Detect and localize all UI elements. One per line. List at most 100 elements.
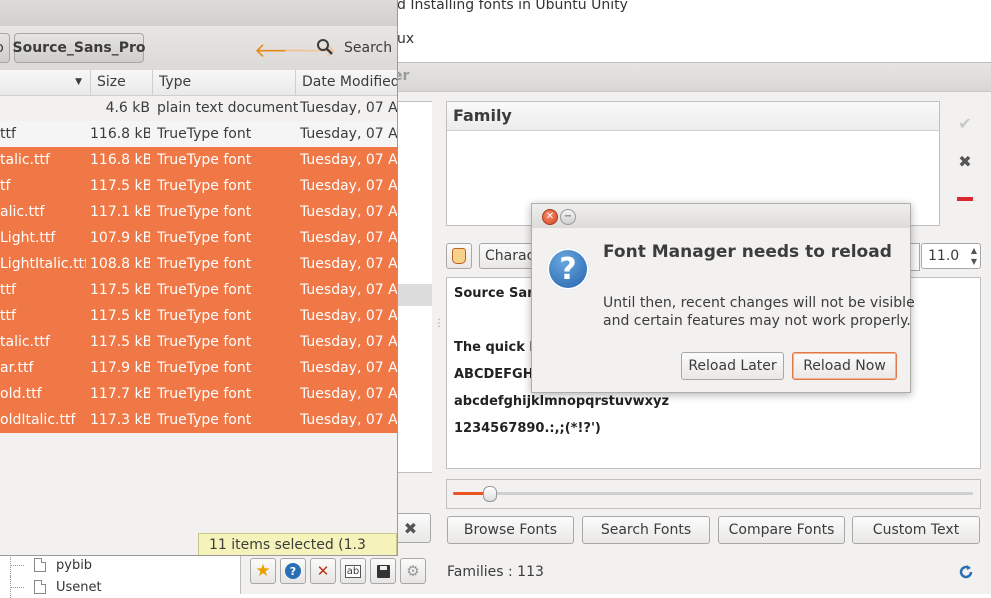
slider-handle[interactable] [483, 486, 498, 502]
preview-lowercase: abcdefghijklmnopqrstuvwxyz [454, 394, 670, 409]
pane-grip[interactable]: ⋮ [434, 318, 444, 329]
table-row[interactable]: old.ttf 117.7 kB TrueType font Tuesday, 07 … [0, 381, 397, 407]
table-row[interactable]: ttf 117.5 kB TrueType font Tuesday, 07 Au [0, 277, 397, 303]
background-article-subtitle: ux [397, 31, 415, 47]
minus-icon[interactable] [951, 185, 979, 213]
compare-fonts-button[interactable]: Compare Fonts [718, 516, 845, 544]
search-fonts-button[interactable]: Search Fonts [582, 516, 710, 544]
file-manager-titlebar [0, 0, 397, 26]
refresh-icon[interactable] [958, 564, 974, 580]
file-size-cell: 117.7 kB [90, 386, 150, 402]
tools-icon[interactable]: ✕ [310, 558, 336, 584]
file-icon [34, 558, 46, 572]
reload-dialog: ✕ − ? Font Manager needs to reload Until… [531, 203, 915, 393]
table-row[interactable]: ttf 116.8 kB TrueType font Tuesday, 07 Au [0, 121, 397, 147]
slider-track[interactable] [453, 492, 973, 495]
file-date-cell: Tuesday, 07 Au [300, 386, 397, 402]
file-size-cell: 117.1 kB [90, 204, 150, 220]
question-icon: ? [547, 248, 589, 290]
file-type-cell: TrueType font [157, 230, 252, 246]
dialog-message-line-2: and certain features may not work proper… [603, 313, 911, 329]
column-date-header[interactable]: Date Modified [295, 70, 397, 95]
file-name-cell: ttf [0, 282, 16, 298]
minimize-icon[interactable]: − [560, 209, 576, 225]
font-size-spinner[interactable]: 11.0 ▲ ▼ [921, 243, 981, 269]
selection-status: 11 items selected (1.3 MB) [198, 533, 397, 555]
file-size-cell: 116.8 kB [90, 126, 150, 142]
file-name-cell: talic.ttf [0, 334, 50, 350]
file-type-cell: TrueType font [157, 256, 252, 272]
close-icon[interactable]: ✕ [542, 209, 558, 225]
tree-item-label: pybib [56, 557, 93, 573]
search-label[interactable]: Search [344, 40, 392, 56]
file-size-cell: 108.8 kB [90, 256, 150, 272]
file-list[interactable]: 4.6 kB plain text document Tuesday, 07 Au t… [0, 95, 397, 433]
file-name-cell: ar.ttf [0, 360, 34, 376]
file-type-cell: TrueType font [157, 178, 252, 194]
star-icon[interactable]: ★ [250, 558, 276, 584]
settings-icon[interactable]: ⚙ [400, 558, 426, 584]
table-row[interactable]: alic.ttf 117.1 kB TrueType font Tuesday, 07… [0, 199, 397, 225]
checkmark-icon[interactable]: ✔ [951, 109, 979, 137]
file-name-cell: oldItalic.ttf [0, 412, 76, 428]
file-name-cell: ttf [0, 308, 16, 324]
table-row[interactable]: tf 117.5 kB TrueType font Tuesday, 07 Au [0, 173, 397, 199]
font-size-value[interactable]: 11.0 [928, 248, 959, 264]
tree-item-label: Usenet [56, 579, 102, 595]
breadcrumb-previous[interactable]: o [0, 33, 10, 63]
reload-later-button[interactable]: Reload Later [681, 352, 784, 380]
file-manager-toolbar: o Source_Sans_Pro 🡐 🡒 Search [0, 26, 397, 71]
file-name-cell: LightItalic.ttf [0, 256, 86, 272]
file-manager-window: o Source_Sans_Pro 🡐 🡒 Search ▼ Size Type… [0, 0, 398, 556]
table-row[interactable]: ttf 117.5 kB TrueType font Tuesday, 07 Au [0, 303, 397, 329]
table-row[interactable]: talic.ttf 116.8 kB TrueType font Tuesday, 0… [0, 147, 397, 173]
hand-icon[interactable] [446, 243, 472, 269]
table-row[interactable]: oldItalic.ttf 117.3 kB TrueType font Tuesda… [0, 407, 397, 433]
file-type-cell: TrueType font [157, 204, 252, 220]
table-row[interactable]: Light.ttf 107.9 kB TrueType font Tuesday, 0… [0, 225, 397, 251]
column-size-header[interactable]: Size [90, 70, 152, 95]
file-type-cell: TrueType font [157, 334, 252, 350]
custom-text-button[interactable]: Custom Text [852, 516, 980, 544]
text-icon[interactable]: ab [340, 558, 366, 584]
reload-now-button[interactable]: Reload Now [792, 352, 897, 380]
preview-uppercase: ABCDEFGHI [454, 367, 539, 382]
family-column-header[interactable]: Family [447, 102, 939, 131]
file-name-cell: talic.ttf [0, 152, 50, 168]
sort-down-icon: ▼ [75, 77, 82, 87]
tree-item-usenet[interactable]: Usenet [0, 576, 102, 598]
preview-digits: 1234567890.:,;(*!?') [454, 421, 601, 436]
file-size-cell: 117.5 kB [90, 282, 150, 298]
table-row[interactable]: talic.ttf 117.5 kB TrueType font Tuesday, 0… [0, 329, 397, 355]
collection-list-selected-row[interactable] [392, 284, 432, 306]
file-date-cell: Tuesday, 07 Au [300, 412, 397, 428]
file-size-cell: 116.8 kB [90, 152, 150, 168]
browse-fonts-button[interactable]: Browse Fonts [447, 516, 574, 544]
x-icon[interactable]: ✖ [951, 147, 979, 175]
file-size-cell: 4.6 kB [105, 100, 150, 116]
column-type-header[interactable]: Type [152, 70, 295, 95]
font-size-slider-frame [446, 479, 981, 509]
help-icon[interactable]: ? [280, 558, 306, 584]
families-count: Families : 113 [447, 564, 544, 580]
column-name-header[interactable]: ▼ [0, 70, 90, 95]
file-date-cell: Tuesday, 07 Au [300, 152, 397, 168]
table-row[interactable]: 4.6 kB plain text document Tuesday, 07 Au [0, 95, 397, 121]
table-row[interactable]: ar.ttf 117.9 kB TrueType font Tuesday, 07 A… [0, 355, 397, 381]
file-date-cell: Tuesday, 07 Au [300, 178, 397, 194]
file-size-cell: 117.5 kB [90, 178, 150, 194]
tree-connector [0, 576, 26, 598]
background-article-title: d Installing fonts in Ubuntu Unity [397, 0, 628, 13]
spinner-arrows-icon[interactable]: ▲ ▼ [971, 245, 977, 267]
table-row[interactable]: LightItalic.ttf 108.8 kB TrueType font Tues… [0, 251, 397, 277]
save-icon[interactable] [370, 558, 396, 584]
column-header: ▼ Size Type Date Modified [0, 70, 397, 96]
file-name-cell: tf [0, 178, 11, 194]
tree-item-pybib[interactable]: pybib [0, 554, 92, 576]
search-icon[interactable] [316, 38, 334, 56]
file-type-cell: TrueType font [157, 386, 252, 402]
dialog-title: Font Manager needs to reload [603, 242, 892, 262]
character-map-button[interactable]: Charac [479, 243, 539, 269]
breadcrumb-current[interactable]: Source_Sans_Pro [13, 33, 146, 63]
file-name-cell: Light.ttf [0, 230, 56, 246]
